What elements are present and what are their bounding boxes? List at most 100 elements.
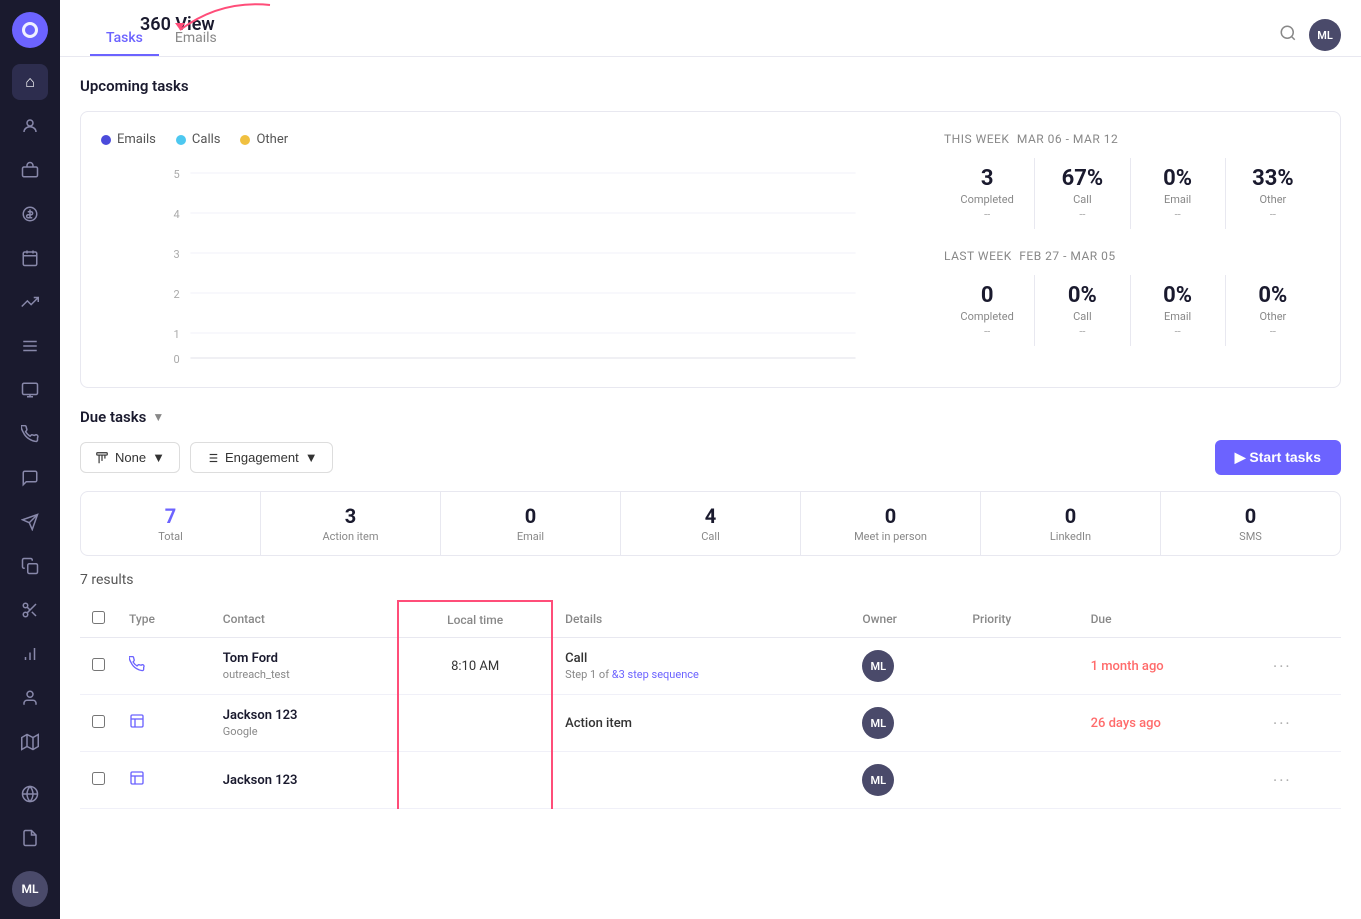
legend-emails-label: Emails [117, 132, 156, 147]
copy-icon[interactable] [12, 548, 48, 584]
stats-tab-email[interactable]: 0 Email [441, 492, 621, 555]
row2-owner-avatar: ML [862, 707, 894, 739]
stats-tab-linkedin[interactable]: 0 LinkedIn [981, 492, 1161, 555]
stats-tab-meet[interactable]: 0 Meet in person [801, 492, 981, 555]
row3-contact: Jackson 123 [211, 752, 398, 809]
users-icon[interactable] [12, 108, 48, 144]
results-count: 7 results [80, 572, 1341, 588]
header-due: Due [1079, 601, 1261, 638]
row1-more-icon[interactable]: ··· [1273, 657, 1292, 676]
header-details: Details [552, 601, 850, 638]
header-contact: Contact [211, 601, 398, 638]
legend-other-label: Other [256, 132, 288, 147]
contact-icon[interactable] [12, 680, 48, 716]
home-icon[interactable]: ⌂ [12, 64, 48, 100]
tab-emails[interactable]: Emails [159, 22, 233, 56]
row3-due [1079, 752, 1261, 809]
row2-contact-sub: Google [223, 725, 385, 738]
row1-contact: Tom Ford outreach_test [211, 638, 398, 695]
this-week-label: THIS WEEK MAR 06 - MAR 12 [940, 132, 1320, 146]
row2-priority [960, 695, 1078, 752]
sequence-link[interactable]: &3 step sequence [612, 668, 699, 681]
row1-due-value: 1 month ago [1091, 659, 1164, 674]
svg-text:1: 1 [174, 328, 180, 341]
filters-row: None ▼ Engagement ▼ ▶ Start tasks [80, 440, 1341, 475]
map-icon[interactable] [12, 724, 48, 760]
header-priority: Priority [960, 601, 1078, 638]
engagement-filter[interactable]: Engagement ▼ [190, 442, 333, 473]
emails-dot [101, 135, 111, 145]
globe-icon[interactable] [12, 776, 48, 812]
header-actions [1261, 601, 1341, 638]
start-tasks-button[interactable]: ▶ Start tasks [1215, 440, 1341, 475]
calls-dot [176, 135, 186, 145]
upcoming-tasks-card: Emails Calls Other 5 4 3 [80, 111, 1341, 388]
row1-details: Call Step 1 of &3 step sequence [552, 638, 850, 695]
file-icon[interactable] [12, 820, 48, 856]
row1-contact-sub: outreach_test [223, 668, 385, 681]
bar-chart-icon[interactable] [12, 636, 48, 672]
this-week-stats: 3 Completed -- 67% Call -- 0% Email -- [940, 158, 1320, 229]
table-row: Jackson 123 Google Action item ML 26 day [80, 695, 1341, 752]
row3-checkbox[interactable] [92, 772, 105, 785]
row1-type [117, 638, 211, 695]
row2-contact: Jackson 123 Google [211, 695, 398, 752]
briefcase-icon[interactable] [12, 152, 48, 188]
row3-owner-avatar: ML [862, 764, 894, 796]
stats-tab-call[interactable]: 4 Call [621, 492, 801, 555]
row2-contact-name: Jackson 123 [223, 708, 385, 723]
row1-priority [960, 638, 1078, 695]
monitor-icon[interactable] [12, 372, 48, 408]
stat-completed-last: 0 Completed -- [940, 275, 1035, 346]
user-avatar[interactable]: ML [12, 871, 48, 907]
send-icon[interactable] [12, 504, 48, 540]
row2-checkbox[interactable] [92, 715, 105, 728]
scissors-icon[interactable] [12, 592, 48, 628]
row2-due: 26 days ago [1079, 695, 1261, 752]
row2-detail-type: Action item [565, 716, 838, 731]
row1-detail-type: Call [565, 651, 838, 666]
row1-owner-avatar: ML [862, 650, 894, 682]
trending-icon[interactable] [12, 284, 48, 320]
row3-priority [960, 752, 1078, 809]
chat-icon[interactable] [12, 460, 48, 496]
other-dot [240, 135, 250, 145]
row3-actions: ··· [1261, 752, 1341, 809]
svg-text:3: 3 [174, 248, 180, 261]
stat-other-last: 0% Other -- [1226, 275, 1320, 346]
row1-detail-sub: Step 1 of &3 step sequence [565, 668, 838, 681]
row2-type [117, 695, 211, 752]
row2-owner: ML [850, 695, 960, 752]
row1-checkbox[interactable] [92, 658, 105, 671]
header-avatar: ML [1309, 19, 1341, 51]
stat-email-last: 0% Email -- [1131, 275, 1226, 346]
engagement-filter-chevron: ▼ [305, 450, 318, 465]
app-logo [12, 12, 48, 48]
row2-details: Action item [552, 695, 850, 752]
none-filter[interactable]: None ▼ [80, 442, 180, 473]
content-area: Upcoming tasks Emails Calls Other [60, 57, 1361, 919]
stat-call-this: 67% Call -- [1035, 158, 1130, 229]
search-icon[interactable] [1279, 24, 1297, 47]
due-tasks-chevron[interactable]: ▼ [152, 410, 164, 424]
row1-owner: ML [850, 638, 960, 695]
stats-tab-action[interactable]: 3 Action item [261, 492, 441, 555]
calendar-icon[interactable] [12, 240, 48, 276]
row2-more-icon[interactable]: ··· [1273, 714, 1292, 733]
stats-tab-sms[interactable]: 0 SMS [1161, 492, 1340, 555]
row1-actions: ··· [1261, 638, 1341, 695]
stats-tab-total[interactable]: 7 Total [81, 492, 261, 555]
legend-other: Other [240, 132, 288, 147]
row1-due: 1 month ago [1079, 638, 1261, 695]
stats-tabs-row: 7 Total 3 Action item 0 Email 4 Call 0 M… [80, 491, 1341, 556]
filters-left: None ▼ Engagement ▼ [80, 442, 333, 473]
dollar-icon[interactable] [12, 196, 48, 232]
list-icon[interactable] [12, 328, 48, 364]
header-owner: Owner [850, 601, 960, 638]
stat-email-this: 0% Email -- [1131, 158, 1226, 229]
tab-tasks[interactable]: Tasks [90, 22, 159, 56]
phone-sidebar-icon[interactable] [12, 416, 48, 452]
stat-call-last: 0% Call -- [1035, 275, 1130, 346]
row3-more-icon[interactable]: ··· [1273, 771, 1292, 790]
select-all-checkbox[interactable] [92, 611, 105, 624]
